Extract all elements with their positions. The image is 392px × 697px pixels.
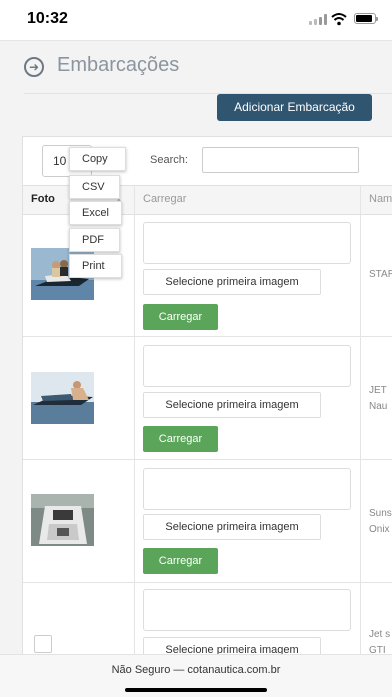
search-input[interactable] [202, 147, 359, 173]
carregar-button[interactable]: Carregar [143, 426, 218, 452]
image-file-input[interactable] [143, 222, 351, 264]
page-content: ➜ Embarcações Adicionar Embarcação 10 Se… [0, 40, 392, 654]
carregar-button[interactable]: Carregar [143, 548, 218, 574]
signal-icon [309, 14, 327, 25]
boat-name: JET Nau [369, 385, 388, 412]
table-row: Selecione primeira imagem Jet s GTI [23, 583, 392, 654]
jetski-woman-icon [31, 372, 94, 424]
export-copy-button[interactable]: Copy [69, 147, 126, 171]
url-text: Não Seguro — cotanautica.com.br [111, 664, 281, 676]
arrow-circle-right-icon: ➜ [24, 57, 44, 77]
export-csv-button[interactable]: CSV [69, 175, 120, 199]
home-indicator[interactable] [125, 688, 267, 692]
boat-name: STAR [369, 269, 392, 280]
column-header-foto[interactable]: Foto [31, 193, 55, 205]
column-header-nome[interactable]: Nam [369, 193, 392, 205]
export-print-button[interactable]: Print [69, 254, 122, 278]
battery-icon [354, 13, 378, 24]
select-image-button[interactable]: Selecione primeira imagem [143, 392, 321, 418]
image-file-input[interactable] [143, 589, 351, 631]
boat-deck-icon [31, 494, 94, 546]
page-title: Embarcações [57, 54, 180, 76]
search-label: Search: [150, 154, 188, 166]
status-time: 10:32 [27, 10, 68, 27]
image-file-input[interactable] [143, 468, 351, 510]
select-image-button[interactable]: Selecione primeira imagem [143, 514, 321, 540]
image-file-input[interactable] [143, 345, 351, 387]
status-bar: 10:32 [0, 0, 392, 40]
add-boat-button[interactable]: Adicionar Embarcação [217, 94, 372, 121]
select-image-button[interactable]: Selecione primeira imagem [143, 637, 321, 654]
select-image-button[interactable]: Selecione primeira imagem [143, 269, 321, 295]
column-header-carregar[interactable]: Carregar [143, 193, 186, 205]
export-excel-button[interactable]: Excel [69, 201, 122, 225]
row-checkbox[interactable] [34, 635, 52, 653]
boat-name: Jet s GTI [369, 629, 391, 654]
table-row: Selecione primeira imagem Carregar Suns … [23, 460, 392, 583]
table-row: Selecione primeira imagem Carregar JET N… [23, 337, 392, 460]
wifi-icon [331, 13, 347, 26]
export-pdf-button[interactable]: PDF [69, 228, 120, 252]
boat-name: Suns Onix [369, 508, 392, 535]
carregar-button[interactable]: Carregar [143, 304, 218, 330]
boats-table-panel: 10 Search: Foto ▲ Carregar Nam Selecione… [22, 136, 392, 654]
